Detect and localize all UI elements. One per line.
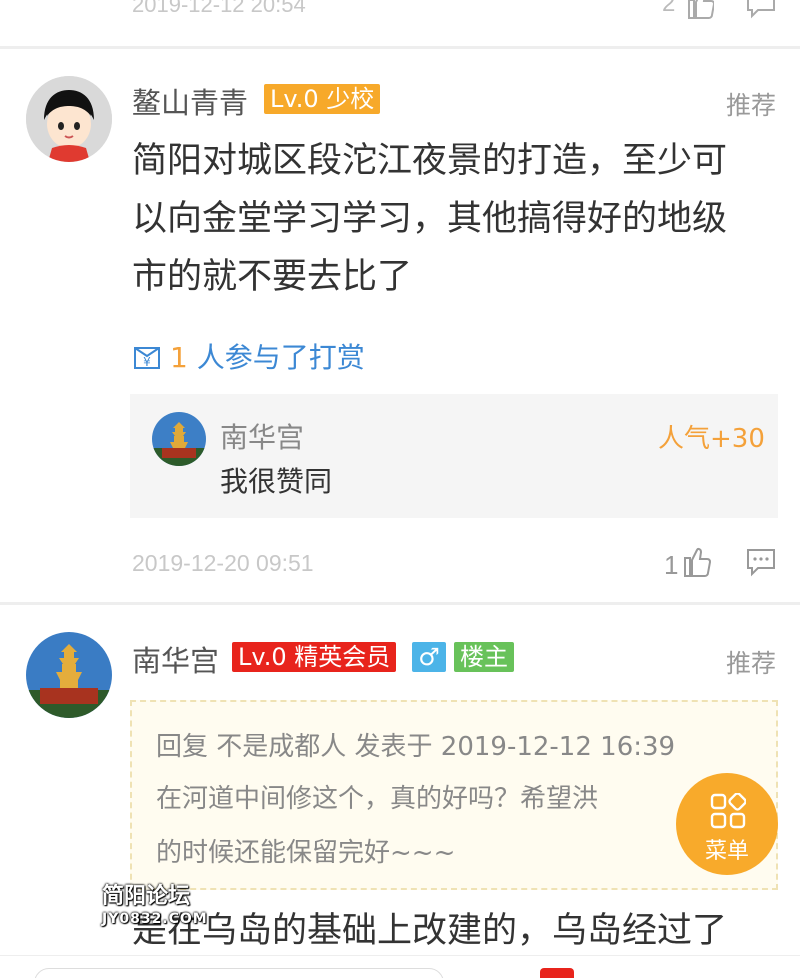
username[interactable]: 鳌山青青	[132, 80, 248, 122]
content-line: 简阳对城区段沱江夜景的打造，至少可	[132, 141, 728, 181]
like-count: 2	[662, 0, 676, 17]
reply-input[interactable]	[34, 968, 444, 978]
forum-watermark: 简阳论坛 JY0832.COM	[102, 886, 208, 930]
reply-username[interactable]: 南华宫	[220, 416, 304, 456]
reply-avatar[interactable]	[152, 412, 206, 466]
pagoda-avatar-icon	[26, 632, 112, 718]
menu-label: 菜单	[704, 839, 749, 864]
comment-icon[interactable]	[744, 544, 778, 578]
reply-box[interactable]: 南华宫 人气+30 我很赞同	[130, 394, 778, 518]
content-line: 以向金堂学习学习，其他搞得好的地级	[132, 199, 728, 239]
recommend-button[interactable]: 推荐	[726, 644, 776, 680]
avatar[interactable]	[26, 632, 112, 718]
watermark-url: JY0832.COM	[102, 911, 208, 927]
reward-count: 1	[170, 341, 188, 374]
like-count: 1	[664, 550, 679, 580]
menu-button[interactable]: 菜单	[676, 773, 778, 875]
grid-icon	[710, 793, 746, 829]
divider	[0, 46, 800, 49]
post-content: 是在乌岛的基础上改建的，乌岛经过了	[132, 911, 728, 951]
reward-text: 人参与了打赏	[196, 341, 365, 374]
notification-badge[interactable]	[540, 968, 574, 978]
previous-post-footer: 2019-12-12 20:54 2	[0, 0, 800, 46]
quote-text: 在河道中间修这个，真的好吗？希望洪	[156, 784, 599, 814]
thread-owner-badge: 楼主	[454, 642, 514, 672]
cartoon-girl-avatar-icon	[26, 76, 112, 162]
watermark-title: 简阳论坛	[102, 884, 191, 909]
level-badge: Lv.0 少校	[264, 84, 381, 114]
pagoda-avatar-icon	[152, 412, 206, 466]
divider	[0, 602, 800, 605]
popularity-badge: 人气+30	[658, 424, 765, 454]
reply-text: 我很赞同	[220, 465, 333, 498]
reward-money-icon: ¥	[134, 347, 160, 369]
post-time: 2019-12-20 09:51	[132, 550, 314, 576]
content-line: 市的就不要去比了	[132, 257, 413, 297]
thumbs-up-icon[interactable]	[680, 544, 712, 578]
post-content: 简阳对城区段沱江夜景的打造，至少可 以向金堂学习学习，其他搞得好的地级 市的就不…	[132, 132, 782, 306]
avatar[interactable]	[26, 76, 112, 162]
quote-text: 的时候还能保留完好~~~	[156, 838, 456, 868]
comment-icon[interactable]	[744, 0, 778, 20]
level-badge: Lv.0 精英会员	[232, 642, 397, 672]
svg-text:¥: ¥	[143, 355, 151, 369]
thumbs-up-icon[interactable]	[686, 0, 714, 20]
reward-summary[interactable]: 1 人参与了打赏	[170, 336, 365, 376]
quote-header: 回复 不是成都人 发表于 2019-12-12 16:39	[156, 732, 676, 762]
username[interactable]: 南华宫	[132, 638, 219, 680]
post-time: 2019-12-12 20:54	[132, 0, 306, 17]
recommend-button[interactable]: 推荐	[726, 86, 776, 122]
male-gender-icon: ♂	[412, 642, 446, 672]
